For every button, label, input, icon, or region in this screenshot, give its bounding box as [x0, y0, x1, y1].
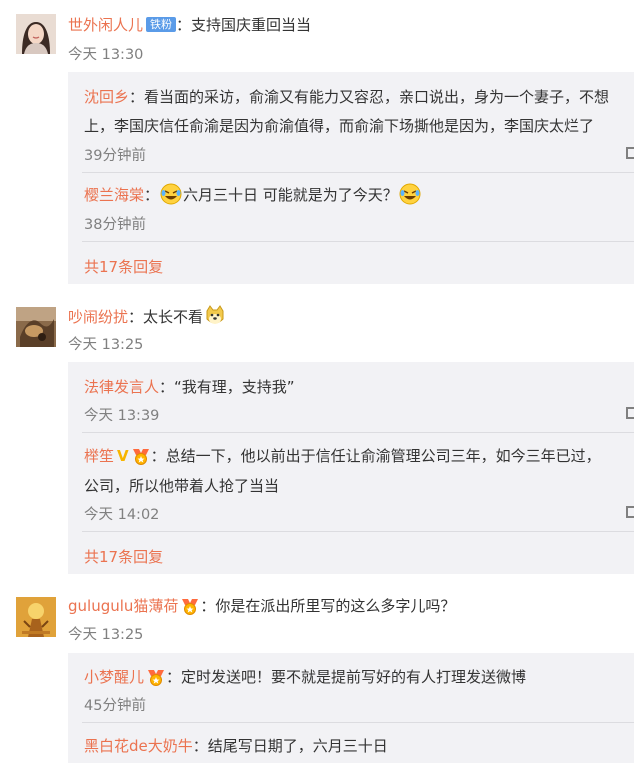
- timestamp: 今天 13:25: [68, 337, 144, 353]
- reply-icon[interactable]: [626, 407, 634, 419]
- reply-timestamp: 39分钟前: [84, 148, 146, 164]
- reply-timestamp: 今天 14:02: [84, 507, 160, 523]
- username[interactable]: gulugulu猫薄荷: [68, 597, 178, 615]
- divider: [82, 432, 634, 433]
- laughing-crying-emoji-icon: [160, 183, 182, 209]
- reply-text: ：定时发送吧！要不就是提前写好的有人打理发送微博: [166, 668, 527, 686]
- reply-text: 六月三十日 可能就是为了今天？: [183, 186, 398, 204]
- divider: [82, 531, 634, 532]
- fan-medal-icon: [131, 447, 151, 469]
- comment-header: gulugulu猫薄荷 ：你是在派出所里写的这么多字儿吗？: [68, 595, 455, 619]
- reply-text: ：总结一下，他以前出于信任让俞渝管理公司三年，如今三年已过，: [150, 447, 601, 465]
- avatar[interactable]: [16, 597, 56, 637]
- avatar[interactable]: [16, 307, 56, 347]
- username[interactable]: 吵闹纷扰: [68, 308, 128, 326]
- reply-username[interactable]: 黑白花de大奶牛: [84, 737, 193, 755]
- reply-username[interactable]: 法律发言人: [84, 378, 159, 396]
- laughing-crying-emoji-icon: [399, 183, 421, 209]
- reply-text-continued: 公司，所以他带着人抢了当当: [84, 477, 280, 495]
- reply-username[interactable]: 沈回乡: [84, 88, 129, 106]
- divider: [82, 722, 634, 723]
- reply-text-continued: 上，李国庆信任俞渝是因为俞渝值得，而俞渝下场撕他是因为，李国庆太烂了: [84, 117, 595, 135]
- fan-medal-icon: [146, 668, 166, 690]
- comment-text: ：支持国庆重回当当: [176, 16, 312, 34]
- fan-medal-icon: [180, 597, 200, 619]
- timestamp: 今天 13:25: [68, 627, 144, 643]
- reply-icon[interactable]: [626, 147, 634, 159]
- reply-text: ：“我有理，支持我”: [159, 378, 295, 396]
- reply-text: ：看当面的采访，俞渝又有能力又容忍，亲口说出，身为一个妻子，不想: [129, 88, 610, 106]
- reply-timestamp: 38分钟前: [84, 217, 146, 233]
- reply-timestamp: 45分钟前: [84, 698, 146, 714]
- reply-username[interactable]: 小梦醒儿: [84, 668, 144, 686]
- divider: [82, 172, 634, 173]
- comment-header: 世外闲人儿 铁粉 ：支持国庆重回当当: [68, 14, 311, 35]
- reply-line: 小梦醒儿 ：定时发送吧！要不就是提前写好的有人打理发送微博: [84, 666, 526, 690]
- avatar[interactable]: [16, 14, 56, 54]
- comment-text: ：太长不看: [128, 308, 204, 326]
- vip-icon: V: [117, 447, 129, 465]
- fan-badge[interactable]: 铁粉: [146, 17, 177, 32]
- reply-line: 沈回乡：看当面的采访，俞渝又有能力又容忍，亲口说出，身为一个妻子，不想: [84, 86, 609, 107]
- comment-header: 吵闹纷扰：太长不看: [68, 305, 227, 331]
- more-replies-link[interactable]: 共17条回复: [84, 546, 163, 567]
- comment-text: ：你是在派出所里写的这么多字儿吗？: [200, 597, 456, 615]
- doge-emoji-icon: [204, 305, 226, 331]
- timestamp: 今天 13:30: [68, 47, 144, 63]
- reply-line: 樱兰海棠： 六月三十日 可能就是为了今天？: [84, 183, 422, 209]
- divider: [82, 241, 634, 242]
- more-replies-link[interactable]: 共17条回复: [84, 256, 163, 277]
- reply-text: ：结尾写日期了，六月三十日: [192, 737, 388, 755]
- reply-timestamp: 今天 13:39: [84, 408, 160, 424]
- reply-line: 榉笙 V ：总结一下，他以前出于信任让俞渝管理公司三年，如今三年已过，: [84, 445, 601, 469]
- reply-icon[interactable]: [626, 506, 634, 518]
- reply-line: 法律发言人：“我有理，支持我”: [84, 376, 295, 397]
- reply-username[interactable]: 榉笙: [84, 447, 114, 465]
- reply-username[interactable]: 樱兰海棠: [84, 186, 144, 204]
- username[interactable]: 世外闲人儿: [68, 16, 143, 34]
